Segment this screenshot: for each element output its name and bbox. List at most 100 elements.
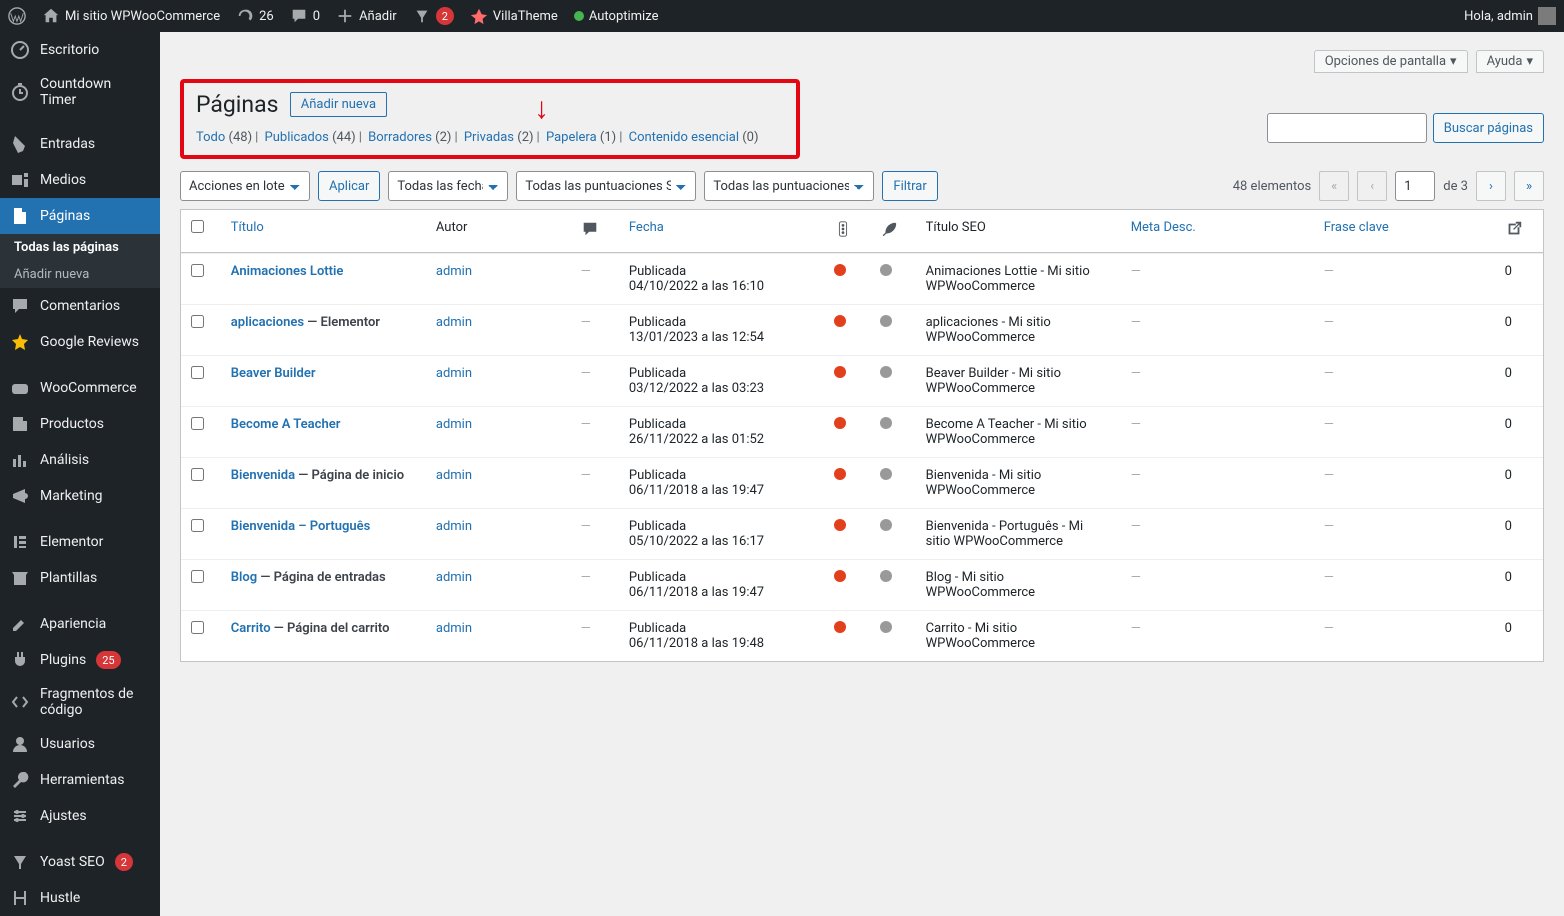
- seo-score-dot: [834, 264, 846, 276]
- seo-score-dot: [834, 519, 846, 531]
- menu-analytics[interactable]: Análisis: [0, 442, 160, 478]
- wp-logo[interactable]: [0, 0, 34, 32]
- new-content[interactable]: Añadir: [328, 0, 405, 32]
- site-name[interactable]: Mi sitio WPWooCommerce: [34, 0, 228, 32]
- filter-cornerstone[interactable]: Contenido esencial: [629, 130, 739, 145]
- prev-page-button[interactable]: ‹: [1357, 171, 1387, 201]
- updates[interactable]: 26: [228, 0, 282, 32]
- col-outgoing-links[interactable]: [1495, 210, 1543, 253]
- current-page-input[interactable]: [1395, 171, 1435, 201]
- menu-templates[interactable]: Plantillas: [0, 560, 160, 596]
- yoast-toolbar[interactable]: 2: [405, 0, 462, 32]
- page-title-link[interactable]: Become A Teacher: [231, 417, 341, 432]
- submenu-all-pages[interactable]: Todas las páginas: [0, 234, 160, 261]
- comments[interactable]: 0: [282, 0, 328, 32]
- col-date[interactable]: Fecha: [629, 220, 664, 235]
- page-title-link[interactable]: aplicaciones: [231, 315, 304, 330]
- page-title-link[interactable]: Bienvenida: [231, 468, 295, 483]
- filter-private[interactable]: Privadas: [464, 130, 514, 145]
- page-title-link[interactable]: Blog: [231, 570, 257, 585]
- date-cell: Publicada06/11/2018 a las 19:47: [619, 559, 824, 610]
- page-title-link[interactable]: Bienvenida – Português: [231, 519, 371, 534]
- menu-dashboard[interactable]: Escritorio: [0, 32, 160, 68]
- menu-snippets[interactable]: Fragmentos de código: [0, 678, 160, 726]
- bulk-actions-select[interactable]: Acciones en lote: [180, 171, 310, 201]
- last-page-button[interactable]: »: [1514, 171, 1544, 201]
- select-all-checkbox[interactable]: [191, 220, 204, 233]
- filter-drafts[interactable]: Borradores: [368, 130, 432, 145]
- readability-dot: [880, 621, 892, 633]
- col-seo-score[interactable]: [824, 210, 870, 253]
- row-checkbox[interactable]: [191, 315, 204, 328]
- menu-elementor[interactable]: Elementor: [0, 524, 160, 560]
- links-count: 0: [1495, 406, 1543, 457]
- col-focus-keyword[interactable]: Frase clave: [1324, 220, 1389, 235]
- autoptimize[interactable]: Autoptimize: [566, 0, 667, 32]
- menu-comments[interactable]: Comentarios: [0, 288, 160, 324]
- menu-appearance[interactable]: Apariencia: [0, 606, 160, 642]
- date-filter-select[interactable]: Todas las fechas: [388, 171, 508, 201]
- author-link[interactable]: admin: [436, 366, 472, 381]
- author-link[interactable]: admin: [436, 570, 472, 585]
- seo-score-select[interactable]: Todas las puntuaciones SEO: [516, 171, 696, 201]
- row-checkbox[interactable]: [191, 417, 204, 430]
- screen-options-button[interactable]: Opciones de pantalla ▾: [1314, 50, 1468, 73]
- row-checkbox[interactable]: [191, 570, 204, 583]
- menu-plugins[interactable]: Plugins 25: [0, 642, 160, 678]
- page-title-link[interactable]: Animaciones Lottie: [231, 264, 344, 279]
- menu-greviews[interactable]: Google Reviews: [0, 324, 160, 360]
- filter-button[interactable]: Filtrar: [882, 171, 937, 201]
- filter-all[interactable]: Todo: [196, 130, 225, 145]
- col-meta-desc[interactable]: Meta Desc.: [1131, 220, 1196, 235]
- first-page-button[interactable]: «: [1319, 171, 1349, 201]
- col-comments[interactable]: [571, 210, 619, 253]
- row-checkbox[interactable]: [191, 468, 204, 481]
- author-link[interactable]: admin: [436, 264, 472, 279]
- author-link[interactable]: admin: [436, 621, 472, 636]
- author-link[interactable]: admin: [436, 315, 472, 330]
- submenu-add-page[interactable]: Añadir nueva: [0, 261, 160, 288]
- menu-products[interactable]: Productos: [0, 406, 160, 442]
- author-link[interactable]: admin: [436, 519, 472, 534]
- author-link[interactable]: admin: [436, 417, 472, 432]
- menu-tools[interactable]: Herramientas: [0, 762, 160, 798]
- add-new-button[interactable]: Añadir nueva: [290, 92, 387, 117]
- row-checkbox[interactable]: [191, 519, 204, 532]
- help-button[interactable]: Ayuda ▾: [1476, 50, 1544, 73]
- villatheme[interactable]: VillaTheme: [462, 0, 566, 32]
- menu-woocommerce[interactable]: WooCommerce: [0, 370, 160, 406]
- menu-hustle[interactable]: Hustle: [0, 880, 160, 916]
- readability-dot: [880, 366, 892, 378]
- col-readability[interactable]: [870, 210, 916, 253]
- search-input[interactable]: [1267, 113, 1427, 143]
- table-row: Become A Teacheradmin—Publicada26/11/202…: [181, 406, 1543, 457]
- search-button[interactable]: Buscar páginas: [1433, 113, 1544, 143]
- menu-yoast[interactable]: Yoast SEO 2: [0, 844, 160, 880]
- seo-title-cell: Blog - Mi sitio WPWooCommerce: [916, 559, 1121, 610]
- readability-score-select[interactable]: Todas las puntuaciones de legibilidad: [704, 171, 874, 201]
- table-row: Blog — Página de entradasadmin—Publicada…: [181, 559, 1543, 610]
- row-checkbox[interactable]: [191, 264, 204, 277]
- menu-countdown[interactable]: Countdown Timer: [0, 68, 160, 116]
- author-link[interactable]: admin: [436, 468, 472, 483]
- filter-published[interactable]: Publicados: [265, 130, 329, 145]
- menu-settings[interactable]: Ajustes: [0, 798, 160, 834]
- seo-score-dot: [834, 366, 846, 378]
- row-checkbox[interactable]: [191, 621, 204, 634]
- menu-posts[interactable]: Entradas: [0, 126, 160, 162]
- readability-dot: [880, 468, 892, 480]
- page-title-link[interactable]: Carrito: [231, 621, 271, 636]
- menu-users[interactable]: Usuarios: [0, 726, 160, 762]
- apply-button[interactable]: Aplicar: [318, 171, 380, 201]
- seo-title-cell: Bienvenida - Português - Mi sitio WPWooC…: [916, 508, 1121, 559]
- filter-trash[interactable]: Papelera: [546, 130, 597, 145]
- col-title[interactable]: Título: [231, 220, 264, 235]
- menu-marketing[interactable]: Marketing: [0, 478, 160, 514]
- page-title-link[interactable]: Beaver Builder: [231, 366, 316, 381]
- menu-media[interactable]: Medios: [0, 162, 160, 198]
- row-checkbox[interactable]: [191, 366, 204, 379]
- my-account[interactable]: Hola, admin: [1456, 0, 1564, 32]
- menu-pages[interactable]: Páginas: [0, 198, 160, 234]
- next-page-button[interactable]: ›: [1476, 171, 1506, 201]
- no-meta: —: [1131, 621, 1141, 636]
